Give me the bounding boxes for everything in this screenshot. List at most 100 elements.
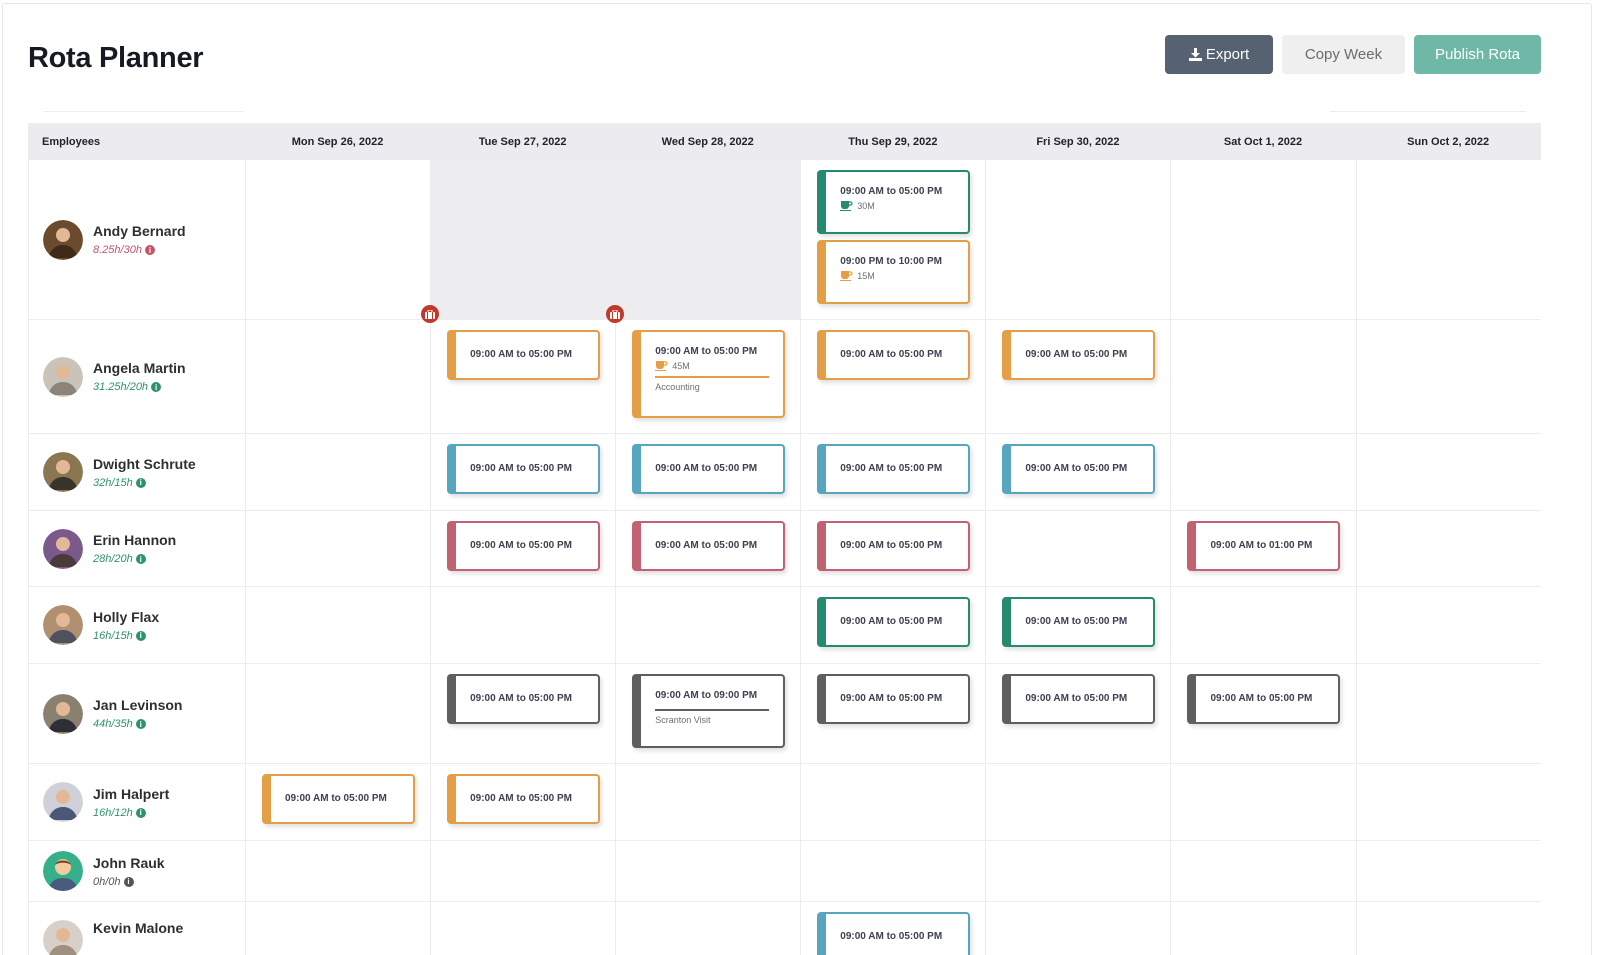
shift-card[interactable]: 09:00 AM to 05:00 PM: [1002, 674, 1156, 724]
day-cell[interactable]: [800, 764, 985, 840]
day-cell[interactable]: [1170, 841, 1355, 901]
shift-card[interactable]: 09:00 AM to 05:00 PM: [262, 774, 415, 824]
day-cell[interactable]: 09:00 AM to 01:00 PM: [1170, 511, 1355, 586]
day-cell[interactable]: [1170, 160, 1355, 319]
day-cell[interactable]: 09:00 AM to 05:00 PM: [800, 902, 985, 955]
day-cell[interactable]: 09:00 AM to 05:00 PM: [1170, 664, 1355, 763]
employee-cell[interactable]: Erin Hannon 28h/20h i: [28, 511, 245, 586]
day-cell[interactable]: [1355, 664, 1541, 763]
employee-cell[interactable]: Dwight Schrute 32h/15h i: [28, 434, 245, 510]
day-cell[interactable]: 09:00 AM to 05:00 PM: [800, 434, 985, 510]
shift-card[interactable]: 09:00 AM to 05:00 PM: [447, 674, 601, 724]
shift-card[interactable]: 09:00 AM to 05:00 PM: [632, 444, 786, 494]
day-cell[interactable]: [245, 841, 430, 901]
day-cell[interactable]: 09:00 AM to 05:00 PM: [615, 511, 800, 586]
shift-card[interactable]: 09:00 AM to 05:00 PM 30M: [817, 170, 971, 234]
day-cell[interactable]: 09:00 AM to 09:00 PM Scranton Visit: [615, 664, 800, 763]
day-cell[interactable]: [430, 902, 615, 955]
day-cell[interactable]: 09:00 AM to 05:00 PM: [430, 434, 615, 510]
shift-card[interactable]: 09:00 AM to 05:00 PM: [817, 521, 971, 571]
shift-card[interactable]: 09:00 AM to 05:00 PM 45M Accounting: [632, 330, 786, 418]
day-cell[interactable]: [615, 902, 800, 955]
shift-card[interactable]: 09:00 AM to 05:00 PM: [447, 774, 601, 824]
day-cell[interactable]: [245, 587, 430, 663]
employee-cell[interactable]: Andy Bernard 8.25h/30h i: [28, 160, 245, 319]
export-button[interactable]: Export: [1165, 35, 1273, 74]
shift-card[interactable]: 09:00 AM to 05:00 PM: [447, 521, 601, 571]
day-cell[interactable]: 09:00 AM to 05:00 PM: [985, 320, 1170, 433]
shift-card[interactable]: 09:00 AM to 09:00 PM Scranton Visit: [632, 674, 786, 748]
shift-card[interactable]: 09:00 AM to 05:00 PM: [1187, 674, 1341, 724]
info-icon[interactable]: i: [135, 719, 146, 729]
shift-card[interactable]: 09:00 PM to 10:00 PM 15M: [817, 240, 971, 304]
day-cell[interactable]: 09:00 AM to 05:00 PM: [800, 587, 985, 663]
day-cell[interactable]: [245, 320, 430, 433]
info-icon[interactable]: i: [144, 245, 155, 255]
day-cell[interactable]: [245, 434, 430, 510]
day-cell[interactable]: [985, 160, 1170, 319]
day-cell[interactable]: [985, 511, 1170, 586]
day-cell[interactable]: [1170, 902, 1355, 955]
info-icon[interactable]: i: [135, 807, 146, 818]
shift-card[interactable]: 09:00 AM to 05:00 PM: [817, 597, 971, 647]
day-cell[interactable]: [985, 902, 1170, 955]
shift-card[interactable]: 09:00 AM to 01:00 PM: [1187, 521, 1341, 571]
day-cell[interactable]: [1355, 764, 1541, 840]
day-cell-unavailable[interactable]: [615, 160, 801, 319]
info-icon[interactable]: i: [135, 477, 146, 488]
day-cell[interactable]: [1355, 587, 1541, 663]
day-cell[interactable]: [1355, 841, 1541, 901]
day-cell[interactable]: 09:00 AM to 05:00 PM: [985, 664, 1170, 763]
day-cell[interactable]: [615, 587, 800, 663]
day-cell[interactable]: [985, 764, 1170, 840]
day-cell[interactable]: 09:00 AM to 05:00 PM: [800, 320, 985, 433]
day-cell[interactable]: [1170, 587, 1355, 663]
day-cell[interactable]: [245, 511, 430, 586]
day-cell[interactable]: 09:00 AM to 05:00 PM: [800, 664, 985, 763]
day-cell[interactable]: 09:00 AM to 05:00 PM: [430, 764, 615, 840]
day-cell[interactable]: [1355, 160, 1541, 319]
day-cell[interactable]: [615, 841, 800, 901]
shift-card[interactable]: 09:00 AM to 05:00 PM: [817, 912, 971, 955]
employee-cell[interactable]: Angela Martin 31.25h/20h i: [28, 320, 245, 433]
shift-card[interactable]: 09:00 AM to 05:00 PM: [1002, 330, 1156, 380]
day-cell[interactable]: [1355, 434, 1541, 510]
employee-cell[interactable]: Jim Halpert 16h/12h i: [28, 764, 245, 840]
day-cell[interactable]: [430, 841, 615, 901]
employee-cell[interactable]: John Rauk 0h/0h i: [28, 841, 245, 901]
day-cell[interactable]: 09:00 AM to 05:00 PM: [245, 764, 430, 840]
day-cell[interactable]: [245, 902, 430, 955]
shift-card[interactable]: 09:00 AM to 05:00 PM: [632, 521, 786, 571]
day-cell[interactable]: 09:00 AM to 05:00 PM 45M Accounting: [615, 320, 800, 433]
day-cell[interactable]: 09:00 AM to 05:00 PM: [800, 511, 985, 586]
day-cell[interactable]: [245, 664, 430, 763]
day-cell[interactable]: [1170, 434, 1355, 510]
day-cell[interactable]: [430, 587, 615, 663]
day-cell[interactable]: [800, 841, 985, 901]
day-cell[interactable]: 09:00 AM to 05:00 PM: [430, 511, 615, 586]
employee-cell[interactable]: Holly Flax 16h/15h i: [28, 587, 245, 663]
day-cell[interactable]: [1170, 320, 1355, 433]
shift-card[interactable]: 09:00 AM to 05:00 PM: [817, 444, 971, 494]
shift-card[interactable]: 09:00 AM to 05:00 PM: [1002, 444, 1156, 494]
day-cell[interactable]: [1170, 764, 1355, 840]
day-cell[interactable]: 09:00 AM to 05:00 PM: [430, 320, 615, 433]
day-cell[interactable]: [245, 160, 430, 319]
day-cell[interactable]: 09:00 AM to 05:00 PM: [985, 434, 1170, 510]
shift-card[interactable]: 09:00 AM to 05:00 PM: [817, 330, 971, 380]
shift-card[interactable]: 09:00 AM to 05:00 PM: [1002, 597, 1156, 647]
info-icon[interactable]: i: [135, 630, 146, 641]
shift-card[interactable]: 09:00 AM to 05:00 PM: [447, 330, 601, 380]
day-cell[interactable]: [1355, 320, 1541, 433]
info-icon[interactable]: i: [151, 382, 162, 392]
day-cell[interactable]: [985, 841, 1170, 901]
day-cell[interactable]: [1355, 902, 1541, 955]
info-icon[interactable]: i: [135, 554, 146, 564]
shift-card[interactable]: 09:00 AM to 05:00 PM: [447, 444, 601, 494]
employee-cell[interactable]: Kevin Malone: [28, 902, 245, 955]
leave-badge[interactable]: [421, 305, 440, 323]
day-cell-unavailable[interactable]: [430, 160, 616, 319]
day-cell[interactable]: 09:00 AM to 05:00 PM: [615, 434, 800, 510]
day-cell[interactable]: [1355, 511, 1541, 586]
info-icon[interactable]: i: [123, 876, 134, 887]
